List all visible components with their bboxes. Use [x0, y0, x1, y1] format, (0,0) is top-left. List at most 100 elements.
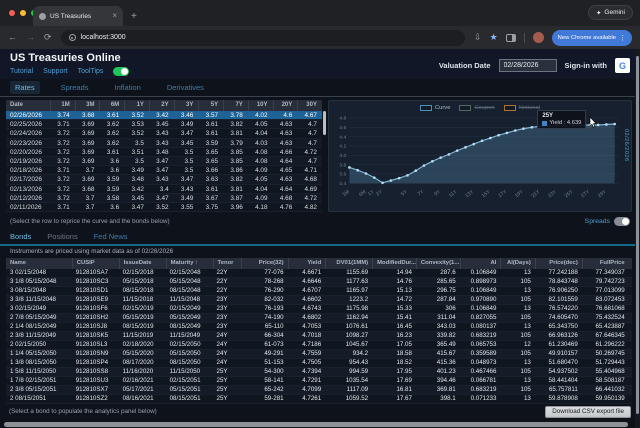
- bonds-col-header[interactable]: Name: [6, 258, 72, 269]
- bond-cell: 02/15/2049: [166, 305, 213, 313]
- rates-row-02/26/2026[interactable]: 02/26/20263.743.683.613.523.423.463.573.…: [6, 111, 322, 120]
- chart-date-label: 02/26/2026: [623, 129, 629, 162]
- rates-cell: 3.75: [198, 203, 223, 211]
- new-chrome-available-button[interactable]: New Chrome available ⋮: [552, 30, 632, 46]
- bond-row-912810SU3[interactable]: 1 7/8 02/15/2051912810SU302/16/202102/15…: [6, 377, 632, 386]
- rates-cell: 4.67: [297, 111, 322, 119]
- bond-cell: 83.072453: [582, 296, 629, 304]
- legend-item-notional[interactable]: Notional: [504, 105, 540, 111]
- bond-cell: 0.071233: [460, 395, 501, 403]
- rates-row-02/18/2026[interactable]: 02/18/20263.713.73.63.493.473.53.663.864…: [6, 166, 322, 175]
- download-csv-button[interactable]: Download CSV export file: [545, 406, 631, 418]
- rates-row-02/17/2026[interactable]: 02/17/20263.723.693.593.483.433.473.633.…: [6, 175, 322, 184]
- tab-positions[interactable]: Positions: [47, 232, 77, 241]
- close-window-button[interactable]: [9, 10, 15, 16]
- bonds-col-header[interactable]: AI(Days): [500, 258, 534, 269]
- forward-icon[interactable]: →: [26, 33, 35, 42]
- rates-cell: 4.69: [297, 185, 322, 193]
- address-bar[interactable]: localhost:3000: [61, 30, 466, 46]
- google-signin-button[interactable]: G: [615, 58, 630, 73]
- rates-row-02/12/2026[interactable]: 02/12/20263.723.73.583.453.473.493.673.8…: [6, 194, 322, 203]
- page-scrollbar[interactable]: [635, 50, 640, 428]
- bond-row-912810SX7[interactable]: 2 3/8 05/15/2051912810SX705/17/202105/15…: [6, 386, 632, 395]
- browser-tab[interactable]: US Treasuries ×: [33, 6, 123, 26]
- rates-row-02/23/2026[interactable]: 02/23/20263.723.693.623.53.433.453.593.7…: [6, 139, 322, 148]
- rates-cell: 3.46: [174, 111, 199, 119]
- rates-cell: 3.43: [149, 175, 174, 183]
- bonds-col-header[interactable]: AI: [460, 258, 501, 269]
- spreads-toggle[interactable]: [614, 217, 630, 226]
- legend-item-curve[interactable]: Curve: [420, 105, 450, 111]
- yield-curve-chart[interactable]: CurveCouponNotional 3.43.63.84.04.24.44.…: [328, 100, 632, 212]
- svg-text:29Y: 29Y: [597, 189, 608, 199]
- bond-cell: 2 1/4 08/15/2049: [6, 323, 72, 331]
- bond-row-912810SA7[interactable]: 3 02/15/2048912810SA702/15/201802/15/204…: [6, 269, 632, 278]
- bonds-col-header[interactable]: FullPrice: [582, 258, 629, 269]
- horizontal-scrollbar-thumb[interactable]: [4, 422, 628, 427]
- site-info-icon[interactable]: [69, 34, 76, 41]
- rates-row-02/19/2026[interactable]: 02/19/20263.723.693.63.53.473.53.653.854…: [6, 157, 322, 166]
- page-scrollbar-thumb[interactable]: [636, 56, 639, 414]
- bonds-col-header[interactable]: Price(32): [241, 258, 288, 269]
- rates-row-02/11/2026[interactable]: 02/11/20263.713.73.63.473.523.553.753.96…: [6, 203, 322, 212]
- rates-cell: 3.72: [50, 129, 75, 137]
- new-tab-button[interactable]: +: [131, 12, 137, 22]
- tutorial-link[interactable]: Tutorial: [10, 68, 33, 75]
- bond-row-912810SS8[interactable]: 1 5/8 11/15/2050912810SS811/16/202011/15…: [6, 368, 632, 377]
- valuation-date-input[interactable]: [499, 59, 557, 72]
- bond-row-912810SK5[interactable]: 2 3/8 11/15/2049912810SK511/15/201911/15…: [6, 332, 632, 341]
- tab-close-icon[interactable]: ×: [112, 12, 117, 20]
- install-app-icon[interactable]: ⇩: [474, 33, 482, 42]
- bond-row-912810SD1[interactable]: 3 08/15/2048912810SD108/15/201808/15/204…: [6, 287, 632, 296]
- bonds-col-header[interactable]: Tenor: [213, 258, 241, 269]
- browser-menu-icon[interactable]: ⋮: [619, 34, 626, 42]
- rates-table-scrollbar[interactable]: [323, 111, 326, 135]
- profile-avatar[interactable]: [533, 32, 544, 43]
- reload-icon[interactable]: ⟳: [44, 33, 52, 42]
- rates-row-02/20/2026[interactable]: 02/20/20263.723.693.613.513.483.53.653.8…: [6, 148, 322, 157]
- bonds-col-header[interactable]: CUSIP: [72, 258, 119, 269]
- bonds-col-header[interactable]: Maturity ↑: [166, 258, 213, 269]
- rates-row-02/25/2026[interactable]: 02/25/20263.713.693.623.533.453.493.613.…: [6, 120, 322, 129]
- bond-row-912810SH2[interactable]: 2 7/8 05/15/2049912810SH205/15/201905/15…: [6, 314, 632, 323]
- bond-row-912810SZ2[interactable]: 2 08/15/2051912810SZ208/16/202108/15/205…: [6, 395, 632, 404]
- bond-cell: 54.937502: [535, 368, 582, 376]
- bonds-col-header[interactable]: IssueDate: [119, 258, 166, 269]
- tooltips-link[interactable]: ToolTips: [78, 68, 104, 75]
- bond-row-912810SN9[interactable]: 1 1/4 05/15/2050912810SN905/15/202005/15…: [6, 350, 632, 359]
- back-icon[interactable]: ←: [8, 33, 17, 42]
- bonds-col-header[interactable]: DV01(1MM): [325, 258, 372, 269]
- tab-rates[interactable]: Rates: [10, 81, 40, 94]
- tab-fed-news[interactable]: Fed News: [94, 232, 128, 241]
- horizontal-scrollbar[interactable]: [2, 420, 638, 428]
- side-panel-icon[interactable]: [506, 34, 516, 42]
- minimize-window-button[interactable]: [20, 10, 26, 16]
- bonds-col-header[interactable]: ModifiedDur...: [372, 258, 416, 269]
- gemini-button[interactable]: ✦ Gemini: [588, 5, 633, 20]
- tab-derivatives[interactable]: Derivatives: [162, 81, 209, 94]
- bond-cell: 4.7291: [288, 377, 326, 385]
- bonds-col-header[interactable]: Yield: [288, 258, 326, 269]
- bond-row-912810SF6[interactable]: 3 02/15/2049912810SF602/15/201902/15/204…: [6, 305, 632, 314]
- bond-row-912810SJ8[interactable]: 2 1/4 08/15/2049912810SJ808/15/201908/15…: [6, 323, 632, 332]
- tab-inflation[interactable]: Inflation: [110, 81, 146, 94]
- bond-row-912810SP4[interactable]: 1 3/8 08/15/2050912810SP408/17/202008/15…: [6, 359, 632, 368]
- rates-row-02/24/2026[interactable]: 02/24/20263.723.693.623.523.433.473.613.…: [6, 129, 322, 138]
- support-link[interactable]: Support: [43, 68, 68, 75]
- svg-text:27Y: 27Y: [580, 189, 591, 199]
- bond-row-912810SE9[interactable]: 3 3/8 11/15/2048912810SE911/15/201811/15…: [6, 296, 632, 305]
- bond-row-912810SC3[interactable]: 3 1/8 05/15/2048912810SC305/15/201805/15…: [6, 278, 632, 287]
- bond-cell: 912810SX7: [72, 386, 119, 394]
- legend-item-coupon[interactable]: Coupon: [459, 105, 494, 111]
- bond-cell: 0.106849: [460, 287, 501, 295]
- bond-row-912810SL3[interactable]: 2 02/15/2050912810SL302/18/202002/15/205…: [6, 341, 632, 350]
- bonds-col-header[interactable]: Price(dec): [535, 258, 582, 269]
- bond-cell: 912810SH2: [72, 314, 119, 322]
- bonds-col-header[interactable]: Convexity(1...: [416, 258, 460, 269]
- tooltips-toggle[interactable]: [113, 67, 129, 76]
- bookmark-star-icon[interactable]: ★: [490, 32, 498, 43]
- tab-spreads[interactable]: Spreads: [56, 81, 94, 94]
- svg-text:23Y: 23Y: [547, 189, 558, 199]
- rates-row-02/13/2026[interactable]: 02/13/20263.723.683.593.423.43.433.613.8…: [6, 185, 322, 194]
- tab-bonds[interactable]: Bonds: [10, 232, 31, 241]
